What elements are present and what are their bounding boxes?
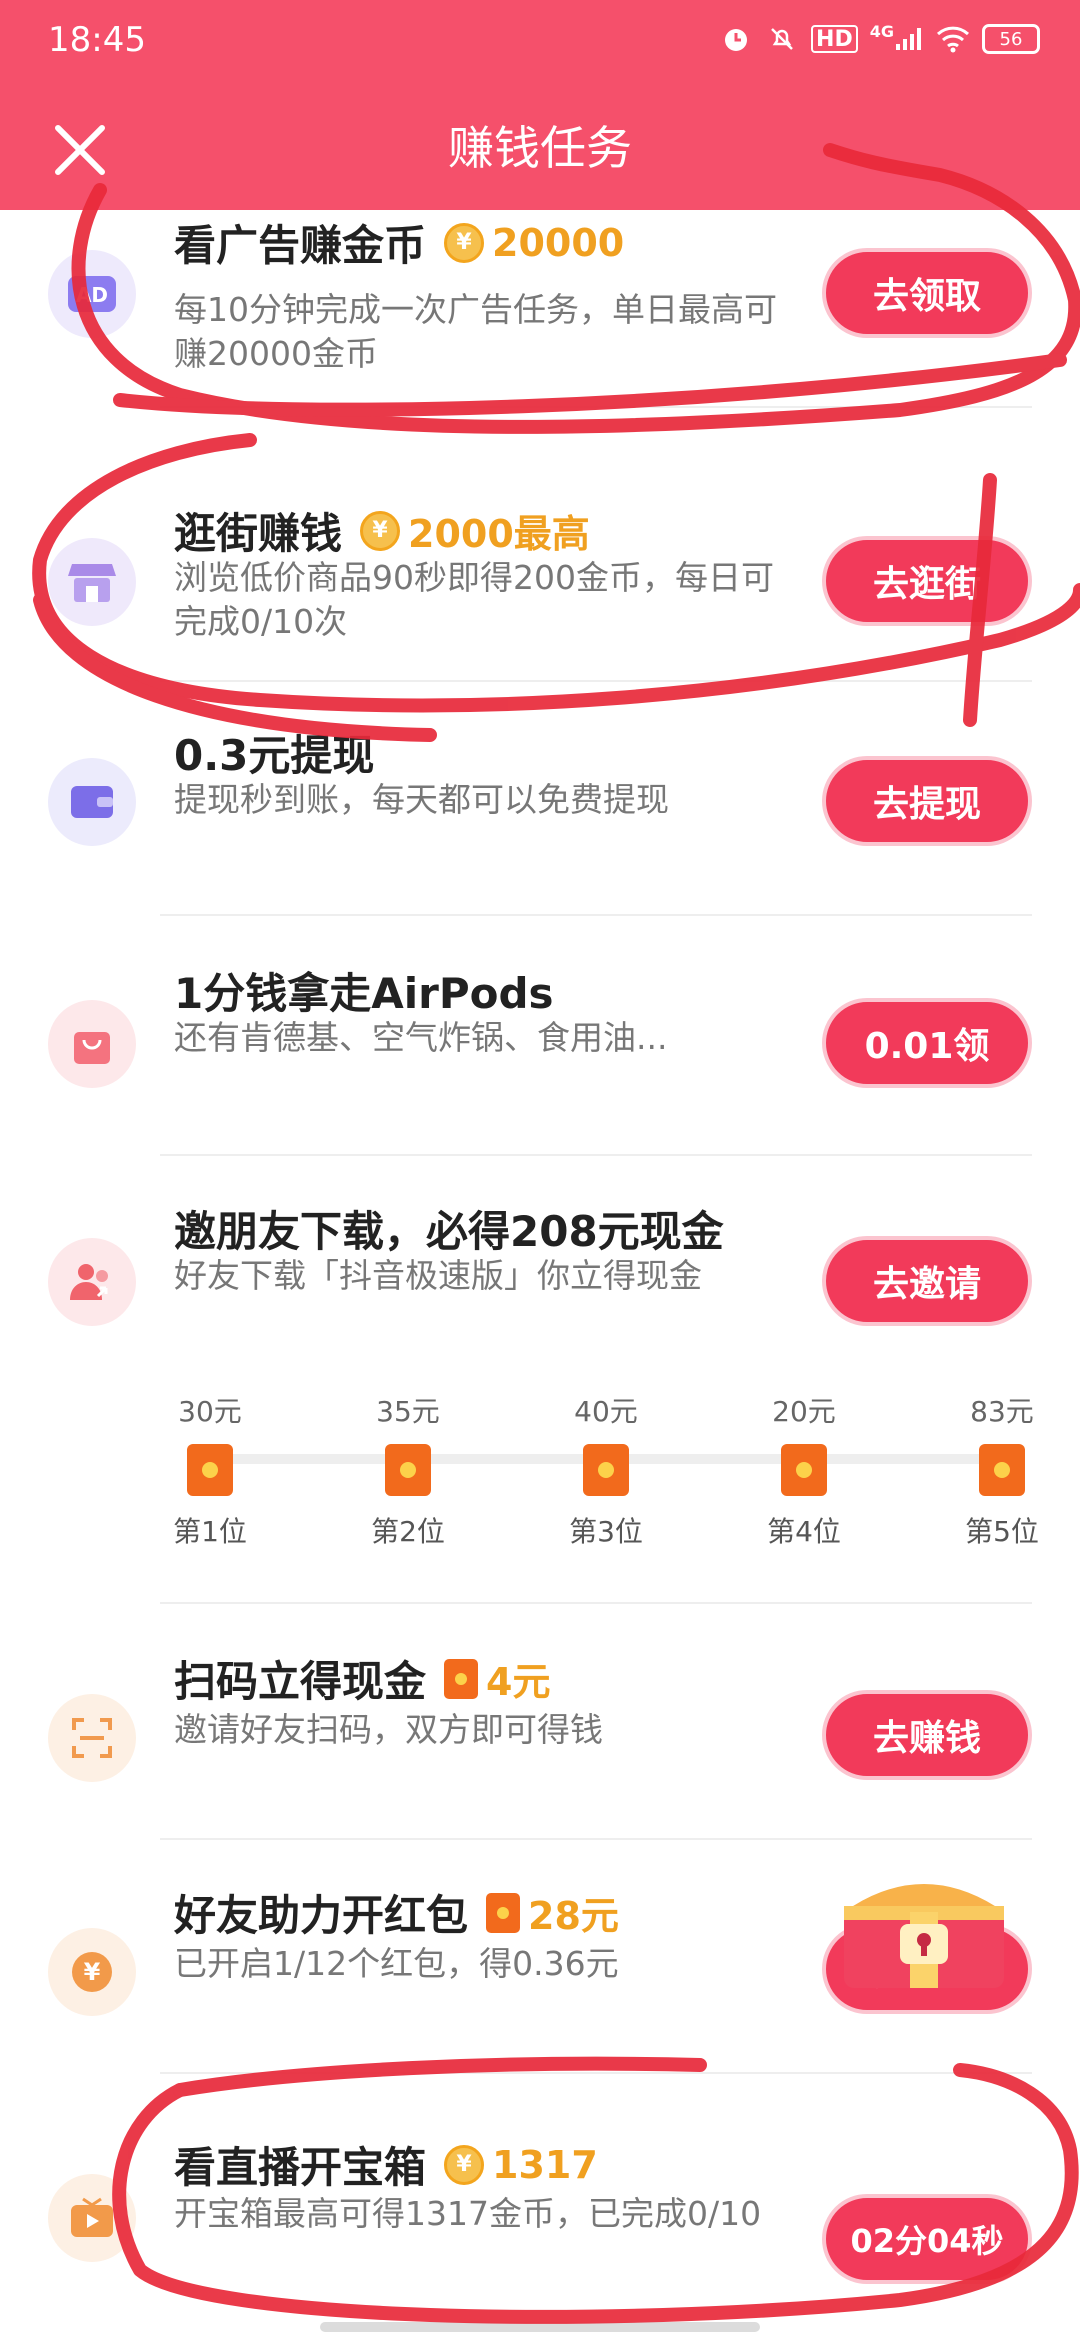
wifi-icon	[936, 22, 970, 56]
alarm-icon	[719, 22, 753, 56]
progress-node: 40元 第3位	[569, 1395, 643, 1548]
coin-icon: ¥	[444, 222, 485, 263]
wallet-icon	[48, 758, 136, 846]
scan-icon	[48, 1694, 136, 1782]
task-desc: 提现秒到账，每天都可以免费提现	[174, 780, 669, 819]
task-reward: ¥2000最高	[360, 503, 590, 558]
ad-icon: AD	[48, 250, 136, 338]
task-desc: 已开启1/12个红包，得0.36元	[174, 1944, 619, 1983]
task-item-shopping: 逛街赚钱 ¥2000最高 浏览低价商品90秒即得200金币，每日可完成0/10次…	[0, 408, 1080, 646]
task-item-scan: 扫码立得现金 4元 邀请好友扫码，双方即可得钱 去赚钱	[0, 1604, 1080, 1842]
shop-icon	[48, 538, 136, 626]
hd-icon: HD	[811, 25, 858, 53]
task-item-airpods: 1分钱拿走AirPods 还有肯德基、空气炸锅、食用油... 0.01领	[0, 916, 1080, 1154]
task-reward: ¥1317	[444, 2143, 598, 2187]
progress-node: 35元 第2位	[371, 1395, 445, 1548]
task-title: 好友助力开红包	[174, 1891, 469, 1940]
page-title: 赚钱任务	[448, 121, 632, 175]
network-label: 4G	[869, 22, 894, 41]
status-bar: 18:45 HD 4G 56	[0, 0, 1080, 80]
red-packet-icon	[486, 1892, 521, 1933]
progress-node: 30元 第1位	[173, 1395, 247, 1548]
task-desc: 还有肯德基、空气炸锅、食用油...	[174, 1018, 668, 1057]
shopping-bag-icon	[48, 1000, 136, 1088]
task-desc: 邀请好友扫码，双方即可得钱	[174, 1710, 603, 1749]
tv-icon	[48, 2174, 136, 2262]
red-packet-icon	[187, 1444, 233, 1496]
task-action-button[interactable]: 去邀请	[822, 1236, 1032, 1326]
progress-node: 20元 第4位	[767, 1395, 841, 1548]
task-action-button[interactable]: 去赚钱	[822, 1690, 1032, 1780]
red-packet-icon	[444, 1658, 479, 1699]
task-desc: 开宝箱最高可得1317金币，已完成0/10	[174, 2194, 762, 2233]
task-desc: 好友下载「抖音极速版」你立得现金	[174, 1256, 702, 1295]
signal-icon: 4G	[870, 22, 924, 56]
task-reward: ¥20000	[444, 221, 624, 265]
battery-icon: 56	[982, 24, 1040, 54]
task-title: 逛街赚钱	[174, 509, 343, 558]
mute-icon	[765, 22, 799, 56]
invite-friends-icon	[48, 1238, 136, 1326]
red-packet-icon	[385, 1444, 431, 1496]
countdown-timer-button[interactable]: 02分04秒	[822, 2194, 1032, 2284]
red-packet-icon	[781, 1444, 827, 1496]
invite-progress: 30元 第1位 35元 第2位 40元 第3位 20元 第4位 83元 第5位	[168, 1390, 1048, 1548]
red-packet-icon	[979, 1444, 1025, 1496]
task-item-live: 看直播开宝箱 ¥1317 开宝箱最高可得1317金币，已完成0/10 02分04…	[0, 2074, 1080, 2340]
coin-icon: ¥	[360, 510, 401, 551]
task-action-button[interactable]: 0.01领	[822, 998, 1032, 1088]
yuan-coin-icon: ¥	[48, 1928, 136, 2016]
svg-text:¥: ¥	[84, 1958, 101, 1986]
task-action-button[interactable]: 去提现	[822, 756, 1032, 846]
task-title: 1分钱拿走AirPods	[174, 969, 554, 1018]
task-title: 扫码立得现金	[174, 1657, 427, 1706]
treasure-chest-icon[interactable]	[830, 1862, 1018, 1992]
task-action-button[interactable]: 去逛街	[822, 536, 1032, 626]
progress-node: 83元 第5位	[965, 1395, 1039, 1548]
status-time: 18:45	[48, 20, 146, 60]
task-desc: 每10分钟完成一次广告任务，单日最高可赚20000金币	[174, 290, 777, 373]
task-action-button[interactable]: 去领取	[822, 248, 1032, 338]
task-title: 邀朋友下载，必得208元现金	[174, 1207, 724, 1256]
task-reward: 28元	[486, 1885, 619, 1940]
coin-icon: ¥	[444, 2144, 485, 2185]
task-list[interactable]: AD 看广告赚金币 ¥20000 每10分钟完成一次广告任务，单日最高可赚200…	[0, 210, 1080, 2340]
home-indicator[interactable]	[320, 2322, 760, 2332]
task-title: 看广告赚金币	[174, 221, 427, 270]
task-item-ad: AD 看广告赚金币 ¥20000 每10分钟完成一次广告任务，单日最高可赚200…	[0, 210, 1080, 420]
task-reward: 4元	[444, 1651, 550, 1706]
task-desc: 浏览低价商品90秒即得200金币，每日可完成0/10次	[174, 558, 774, 641]
task-item-withdraw: 0.3元提现 提现秒到账，每天都可以免费提现 去提现	[0, 682, 1080, 920]
status-icons: HD 4G 56	[719, 22, 1040, 56]
red-packet-icon	[583, 1444, 629, 1496]
svg-text:AD: AD	[76, 283, 108, 307]
task-title: 看直播开宝箱	[174, 2143, 427, 2192]
header-bar: 18:45 HD 4G 56 赚钱任务	[0, 0, 1080, 210]
task-title: 0.3元提现	[174, 731, 375, 780]
